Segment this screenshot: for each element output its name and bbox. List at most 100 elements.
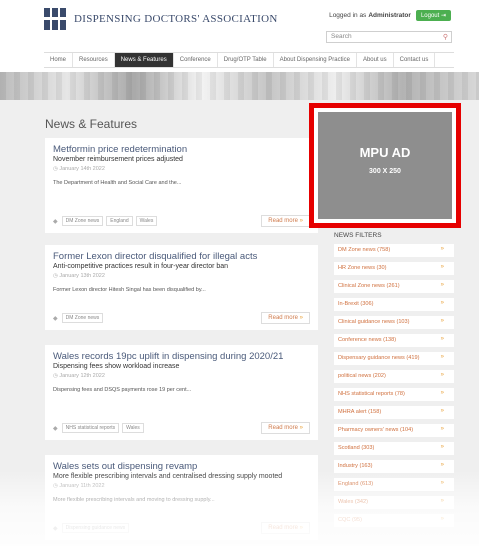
chevron-right-icon: » (440, 282, 444, 288)
tag-link[interactable]: England (106, 216, 133, 226)
mpu-ad[interactable]: MPU AD 300 X 250 (309, 103, 461, 228)
search-input[interactable]: Search ⚲ (326, 31, 452, 43)
chevron-right-icon: » (440, 354, 444, 360)
filter-item[interactable]: political news (202) » (334, 370, 454, 383)
nav-item-about-dispensing-practice[interactable]: About Dispensing Practice (274, 53, 357, 67)
read-more-label: Read more (268, 315, 298, 321)
filter-label: Conference news (138) (338, 337, 397, 343)
tag-icon: ◆ (53, 218, 58, 225)
filter-item[interactable]: Dispensary guidance news (419) » (334, 352, 454, 365)
search-placeholder: Search (331, 33, 352, 40)
site-name: DISPENSING DOCTORS' ASSOCIATION (74, 13, 278, 25)
filters-title: NEWS FILTERS (334, 232, 382, 239)
tag-icon: ◆ (53, 425, 58, 432)
nav-item-conference[interactable]: Conference (174, 53, 218, 67)
filter-label: Scotland (303) (338, 445, 375, 451)
filter-item[interactable]: MHRA alert (158) » (334, 406, 454, 419)
news-subtitle: Dispensing fees show workload increase (53, 363, 180, 370)
nav-item-resources[interactable]: Resources (73, 53, 115, 67)
login-prefix: Logged in as (329, 12, 367, 19)
news-title[interactable]: Metformin price redetermination (53, 144, 310, 155)
news-card: Former Lexon director disqualified for i… (45, 245, 318, 330)
filter-item[interactable]: In-Brexit (306) » (334, 298, 454, 311)
news-excerpt: The Department of Health and Social Care… (53, 180, 182, 186)
chevron-right-icon: » (440, 462, 444, 468)
nav-item-home[interactable]: Home (44, 53, 74, 67)
login-status: Logged in as Administrator Logout ⇥ (329, 10, 451, 21)
filter-label: Dispensary guidance news (419) (338, 355, 420, 361)
read-more-button[interactable]: Read more » (261, 215, 310, 227)
read-more-label: Read more (268, 425, 298, 431)
news-subtitle: Anti-competitive practices result in fou… (53, 263, 229, 270)
clock-icon: ◷ (53, 166, 58, 172)
filter-item[interactable]: HR Zone news (30) » (334, 262, 454, 275)
filter-label: Clinical guidance news (103) (338, 319, 410, 325)
filter-label: In-Brexit (306) (338, 301, 374, 307)
read-more-button[interactable]: Read more » (261, 312, 310, 324)
tag-link[interactable]: NHS statistical reports (61, 423, 120, 433)
tag-link[interactable]: DM Zone news (61, 216, 104, 226)
chevron-right-icon: » (299, 425, 303, 431)
filter-item[interactable]: Pharmacy owners' news (104) » (334, 424, 454, 437)
chevron-right-icon: » (299, 315, 303, 321)
news-excerpt: Former Lexon director Hitesh Singal has … (53, 287, 206, 293)
news-title[interactable]: Wales records 19pc uplift in dispensing … (53, 351, 310, 362)
filter-item[interactable]: NHS statistical reports (78) » (334, 388, 454, 401)
chevron-right-icon: » (440, 444, 444, 450)
clock-icon: ◷ (53, 373, 58, 379)
news-title[interactable]: Former Lexon director disqualified for i… (53, 251, 310, 262)
news-card: Metformin price redetermination November… (45, 138, 318, 233)
news-subtitle: November reimbursement prices adjusted (53, 156, 183, 163)
search-icon[interactable]: ⚲ (443, 33, 448, 41)
chevron-right-icon: » (440, 264, 444, 270)
chevron-right-icon: » (440, 318, 444, 324)
chevron-right-icon: » (440, 336, 444, 342)
filter-item[interactable]: DM Zone news (758) » (334, 244, 454, 257)
chevron-right-icon: » (440, 390, 444, 396)
ad-title: MPU AD (359, 145, 411, 160)
read-more-button[interactable]: Read more » (261, 422, 310, 434)
chevron-right-icon: » (440, 300, 444, 306)
filter-item[interactable]: Clinical guidance news (103) » (334, 316, 454, 329)
ad-placeholder: MPU AD 300 X 250 (318, 112, 452, 219)
chevron-right-icon: » (299, 218, 303, 224)
chevron-right-icon: » (440, 372, 444, 378)
filter-item[interactable]: Clinical Zone news (261) » (334, 280, 454, 293)
filter-label: NHS statistical reports (78) (338, 391, 405, 397)
nav-item-drug-otp-table[interactable]: Drug/OTP Table (218, 53, 274, 67)
filter-label: Industry (163) (338, 463, 373, 469)
chevron-right-icon: » (440, 246, 444, 252)
bottom-fade-overlay (0, 470, 479, 546)
read-more-label: Read more (268, 218, 298, 224)
nav-item-contact-us[interactable]: Contact us (394, 53, 436, 67)
nav-item-about-us[interactable]: About us (357, 53, 394, 67)
ad-size: 300 X 250 (369, 168, 401, 175)
filter-item[interactable]: Scotland (303) » (334, 442, 454, 455)
tag-link[interactable]: DM Zone news (61, 313, 104, 323)
tag-link[interactable]: Wales (135, 216, 158, 226)
news-date: ◷ January 12th 2022 (53, 373, 105, 379)
filter-label: MHRA alert (158) (338, 409, 382, 415)
news-excerpt: Dispensing fees and DSQS payments rose 1… (53, 387, 192, 393)
tag-icon: ◆ (53, 315, 58, 322)
news-footer: ◆ DM Zone news England Wales Read more » (53, 215, 310, 227)
filter-label: Pharmacy owners' news (104) (338, 427, 414, 433)
filter-label: DM Zone news (758) (338, 247, 391, 253)
logout-button[interactable]: Logout ⇥ (415, 10, 451, 21)
nav-item-news-features[interactable]: News & Features (114, 53, 174, 67)
login-user: Administrator (368, 12, 411, 19)
main-nav: Home Resources News & Features Conference Dr… (44, 52, 454, 68)
chevron-right-icon: » (440, 408, 444, 414)
filter-label: political news (202) (338, 373, 386, 379)
filter-item[interactable]: Conference news (138) » (334, 334, 454, 347)
header-banner-image (0, 72, 479, 100)
page-title: News & Features (45, 117, 138, 131)
filter-label: Clinical Zone news (261) (338, 283, 400, 289)
site-logo[interactable]: DISPENSING DOCTORS' ASSOCIATION (44, 8, 278, 30)
news-date: ◷ January 13th 2022 (53, 273, 105, 279)
news-card: Wales records 19pc uplift in dispensing … (45, 345, 318, 440)
clock-icon: ◷ (53, 273, 58, 279)
news-footer: ◆ NHS statistical reports Wales Read more… (53, 422, 310, 434)
filter-label: HR Zone news (30) (338, 265, 387, 271)
tag-link[interactable]: Wales (122, 423, 144, 433)
